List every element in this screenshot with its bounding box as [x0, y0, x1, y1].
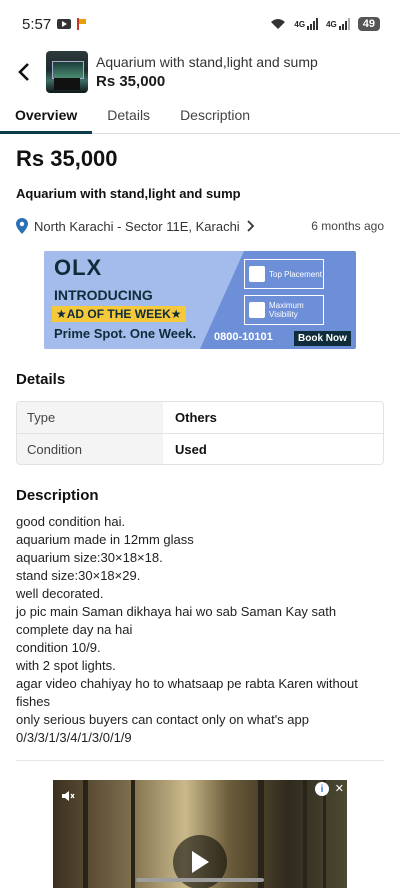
- banner-line1: INTRODUCING: [54, 287, 153, 303]
- details-value: Others: [175, 410, 217, 425]
- description-line: aquarium made in 12mm glass: [16, 532, 194, 547]
- listing-price: Rs 35,000: [16, 146, 118, 171]
- banner-box-visibility: Maximum Visibility: [244, 295, 324, 325]
- ad-info-icon[interactable]: i: [315, 782, 329, 796]
- description-heading: Description: [16, 487, 99, 504]
- header-price: Rs 35,000: [96, 73, 166, 90]
- description-line: condition 10/9.: [16, 640, 101, 655]
- banner-box1-label: Top Placement: [269, 269, 322, 279]
- net-type-1: 4G: [294, 19, 306, 29]
- header-text: Aquarium with stand,light and sump Rs 35…: [96, 54, 318, 90]
- details-label: Type: [17, 402, 163, 433]
- status-left: 5:57: [22, 16, 87, 33]
- cellular-1: 4G: [294, 18, 319, 30]
- olx-logo: OLX: [54, 255, 103, 280]
- youtube-notification-icon: [57, 19, 72, 29]
- banner-box2-label: Maximum Visibility: [269, 301, 304, 319]
- tab-description[interactable]: Description: [165, 107, 265, 133]
- banner-book-now[interactable]: Book Now: [294, 331, 351, 346]
- chevron-right-icon: [247, 220, 254, 232]
- signal-bars-icon: [338, 18, 350, 30]
- ad-close-icon[interactable]: ✕: [335, 782, 344, 795]
- signal-bars-icon: [307, 18, 319, 30]
- details-label: Condition: [17, 434, 163, 464]
- status-time: 5:57: [22, 15, 52, 33]
- description-body: good condition hai. aquarium made in 12m…: [16, 513, 384, 747]
- tab-details[interactable]: Details: [92, 107, 165, 133]
- description-line: aquarium size:30×18×18.: [16, 550, 163, 565]
- listing-thumbnail[interactable]: [46, 51, 88, 93]
- net-type-2: 4G: [326, 19, 337, 29]
- video-tree: [323, 780, 326, 888]
- wifi-icon: [271, 19, 286, 29]
- back-button[interactable]: [12, 60, 36, 84]
- video-tree: [258, 780, 264, 888]
- video-tree: [303, 780, 307, 888]
- listing-title: Aquarium with stand,light and sump: [16, 186, 241, 201]
- details-heading: Details: [16, 371, 66, 388]
- promo-banner[interactable]: OLX INTRODUCING ★AD OF THE WEEK★ Prime S…: [44, 251, 356, 349]
- battery-indicator: 49: [357, 17, 380, 31]
- header-title: Aquarium with stand,light and sump: [96, 54, 318, 70]
- document-icon: [249, 266, 265, 282]
- status-bar: 5:57 4G 4G 49: [0, 0, 400, 48]
- location-pin-icon: [16, 218, 28, 234]
- status-right: 4G 4G 49: [270, 17, 380, 31]
- main-content: Rs 35,000 Aquarium with stand,light and …: [0, 146, 400, 761]
- details-row: Type Others: [17, 402, 383, 433]
- mute-icon[interactable]: [61, 790, 75, 805]
- description-line: well decorated.: [16, 586, 104, 601]
- banner-box-top-placement: Top Placement: [244, 259, 324, 289]
- description-line: jo pic main Saman dikhaya hai wo sab Sam…: [16, 604, 337, 637]
- banner-phone: 0800-10101: [214, 331, 273, 343]
- banner-line3: Prime Spot. One Week.: [54, 326, 197, 341]
- listing-header: Aquarium with stand,light and sump Rs 35…: [0, 48, 400, 96]
- divider: [16, 760, 384, 761]
- location-row[interactable]: North Karachi - Sector 11E, Karachi 6 mo…: [16, 218, 384, 234]
- description-line: agar video chahiyay ho to whatsaap pe ra…: [16, 676, 358, 709]
- video-tree: [83, 780, 88, 888]
- description-line: good condition hai.: [16, 514, 126, 529]
- banner-line2: ★AD OF THE WEEK★: [52, 306, 186, 322]
- details-row: Condition Used: [17, 433, 383, 464]
- home-indicator[interactable]: [136, 878, 264, 882]
- flag-notification-icon: [77, 18, 87, 30]
- eye-icon: [249, 302, 265, 318]
- posted-time: 6 months ago: [311, 219, 384, 233]
- details-value: Used: [175, 441, 207, 457]
- play-icon: [192, 851, 209, 873]
- location-text: North Karachi - Sector 11E, Karachi: [34, 218, 240, 234]
- video-ad[interactable]: i ✕: [53, 780, 347, 888]
- arrow-left-icon: [18, 63, 29, 81]
- tab-bar: Overview Details Description: [0, 96, 400, 134]
- location-left: North Karachi - Sector 11E, Karachi: [16, 218, 256, 234]
- tab-overview[interactable]: Overview: [0, 107, 93, 134]
- description-line: with 2 spot lights.: [16, 658, 116, 673]
- video-tree: [131, 780, 135, 888]
- description-line: only serious buyers can contact only on …: [16, 712, 309, 745]
- description-line: stand size:30×18×29.: [16, 568, 141, 583]
- details-table: Type Others Condition Used: [16, 401, 384, 465]
- cellular-2: 4G: [326, 18, 350, 30]
